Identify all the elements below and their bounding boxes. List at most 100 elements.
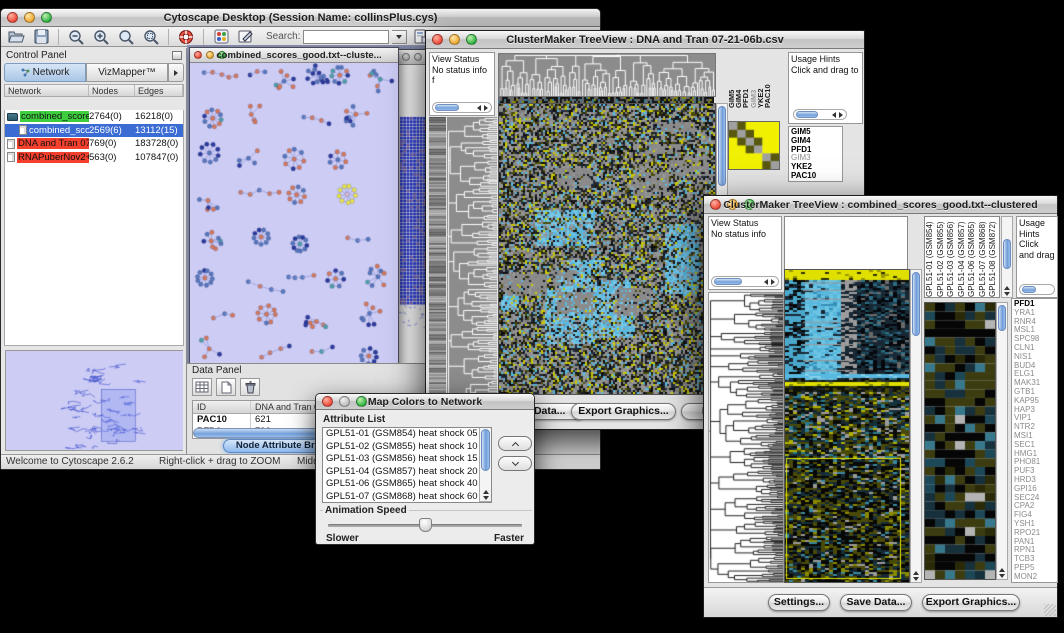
zoom-selected-button[interactable]: [140, 28, 162, 46]
scroll-down-icon[interactable]: [999, 574, 1005, 578]
scroll-up-icon[interactable]: [1004, 286, 1010, 290]
array-column-label[interactable]: GPL51-06 (GSM865): [967, 217, 978, 297]
scroll-down-icon[interactable]: [483, 496, 489, 500]
scrollbar-thumb[interactable]: [481, 429, 490, 471]
tab-vizmapper[interactable]: VizMapper™: [86, 63, 168, 82]
zoom-vscrollbar[interactable]: [996, 302, 1008, 580]
help-lifering-icon[interactable]: [175, 28, 197, 46]
gene-column-label[interactable]: PAC10: [763, 52, 770, 108]
scroll-right-icon[interactable]: [484, 105, 488, 111]
move-up-button[interactable]: [498, 436, 532, 451]
array-column-label[interactable]: GPL51-01 (GSM854): [925, 217, 936, 297]
save-data-button[interactable]: Save Data...: [840, 594, 912, 611]
settings-button[interactable]: Settings...: [768, 594, 830, 611]
birdseye-overview[interactable]: [5, 350, 183, 451]
close-icon[interactable]: [432, 34, 443, 45]
close-icon[interactable]: [710, 199, 721, 210]
usage-hints-hscrollbar[interactable]: [1019, 284, 1055, 295]
main-titlebar[interactable]: Cytoscape Desktop (Session Name: collins…: [1, 9, 600, 27]
edit-network-icon[interactable]: [235, 28, 257, 46]
gene-label[interactable]: PAC10: [791, 172, 842, 181]
dialog-titlebar[interactable]: Map Colors to Network: [316, 394, 534, 410]
scrollbar-thumb[interactable]: [435, 104, 459, 111]
export-graphics-button[interactable]: Export Graphics...: [922, 594, 1020, 611]
open-session-button[interactable]: [5, 28, 27, 46]
scroll-left-icon[interactable]: [477, 105, 481, 111]
scrollbar-thumb[interactable]: [1022, 286, 1036, 293]
attribute-item[interactable]: GPL51-07 (GSM868) heat shock 60 min: [323, 491, 491, 504]
close-icon[interactable]: [194, 51, 202, 59]
close-icon[interactable]: [402, 53, 410, 61]
attribute-item[interactable]: GPL51-01 (GSM854) heat shock 05 min: [323, 428, 491, 441]
export-graphics-button[interactable]: Export Graphics...: [571, 403, 676, 420]
zoom-heatmap-canvas[interactable]: [924, 302, 996, 580]
usage-hints-hscrollbar[interactable]: [793, 109, 847, 120]
minimize-icon[interactable]: [414, 53, 422, 61]
gene-column-label[interactable]: PFD1: [741, 52, 748, 108]
tab-network[interactable]: Network: [4, 63, 86, 82]
gene-label[interactable]: MON2: [1014, 573, 1057, 582]
network-row[interactable]: DNA and Tran 07 769(0) 183728(0): [5, 137, 183, 151]
row-dendrogram-canvas[interactable]: [447, 117, 497, 413]
scrollbar-thumb[interactable]: [912, 272, 920, 336]
column-dendrogram-canvas[interactable]: [498, 53, 716, 97]
gene-column-label[interactable]: YKE2: [756, 52, 763, 108]
treeview2-titlebar[interactable]: ClusterMaker TreeView : combined_scores_…: [704, 196, 1057, 214]
network-canvas[interactable]: [190, 63, 398, 367]
attribute-item[interactable]: GPL51-04 (GSM857) heat shock 20 min: [323, 466, 491, 479]
scrollbar-thumb[interactable]: [714, 278, 742, 285]
select-attributes-button[interactable]: [192, 378, 212, 396]
heatmap-vscrollbar[interactable]: [910, 269, 922, 583]
search-input[interactable]: [303, 30, 389, 44]
treeview1-titlebar[interactable]: ClusterMaker TreeView : DNA and Tran 07-…: [426, 31, 864, 49]
scroll-up-icon[interactable]: [483, 490, 489, 494]
heatmap-canvas[interactable]: [784, 269, 910, 583]
close-icon[interactable]: [7, 12, 18, 23]
scroll-up-icon[interactable]: [999, 568, 1005, 572]
scrollbar-thumb[interactable]: [998, 305, 1006, 331]
attribute-item[interactable]: GPL51-02 (GSM855) heat shock 10 min: [323, 441, 491, 454]
scroll-down-icon[interactable]: [1004, 292, 1010, 296]
overview-canvas[interactable]: [6, 351, 183, 450]
array-column-label[interactable]: GPL51-07 (GSM868): [978, 217, 989, 297]
array-column-label[interactable]: GPL51-02 (GSM855): [936, 217, 947, 297]
scroll-right-icon[interactable]: [839, 112, 843, 118]
column-header-edges[interactable]: Edges: [135, 85, 183, 96]
column-header-network[interactable]: Network: [5, 85, 89, 96]
delete-attribute-button[interactable]: [240, 378, 260, 396]
row-dendrogram-canvas[interactable]: [708, 292, 784, 583]
column-header-nodes[interactable]: Nodes: [89, 85, 135, 96]
scroll-down-icon[interactable]: [913, 577, 919, 581]
view-status-hscrollbar[interactable]: [432, 102, 492, 113]
zoom-in-button[interactable]: [90, 28, 112, 46]
scroll-right-icon[interactable]: [771, 279, 775, 285]
attribute-item[interactable]: GPL51-06 (GSM865) heat shock 40 min: [323, 478, 491, 491]
close-icon[interactable]: [322, 396, 333, 407]
list-vscrollbar[interactable]: [479, 428, 491, 502]
network-view-window[interactable]: combined_scores_good.txt--cluste...: [189, 47, 399, 368]
zoom-fit-button[interactable]: [115, 28, 137, 46]
scroll-up-icon[interactable]: [913, 571, 919, 575]
zoom-out-button[interactable]: [65, 28, 87, 46]
array-column-label[interactable]: GPL51-08 (GSM872): [988, 217, 999, 297]
correlation-submatrix-canvas[interactable]: [728, 121, 780, 170]
scrollbar-thumb[interactable]: [1003, 239, 1011, 269]
new-attribute-button[interactable]: [216, 378, 236, 396]
resize-grip[interactable]: [1044, 604, 1056, 616]
speed-slider-thumb[interactable]: [419, 518, 432, 532]
network-row[interactable]: combined_scores 2764(0) 16218(0): [5, 110, 183, 124]
more-tabs-button[interactable]: [168, 63, 184, 82]
vizmapper-palette-icon[interactable]: [210, 28, 232, 46]
scrollbar-thumb[interactable]: [718, 106, 726, 186]
heatmap-canvas[interactable]: [498, 103, 716, 395]
labels-vscrollbar[interactable]: [1001, 216, 1013, 298]
gene-column-label[interactable]: GIM3: [749, 52, 756, 108]
array-column-label[interactable]: GPL51-03 (GSM856): [946, 217, 957, 297]
move-down-button[interactable]: [498, 456, 532, 471]
scroll-left-icon[interactable]: [832, 112, 836, 118]
attribute-item[interactable]: GPL51-03 (GSM856) heat shock 15 min: [323, 453, 491, 466]
search-dropdown-button[interactable]: [392, 30, 407, 44]
column-id[interactable]: ID: [193, 401, 251, 413]
scroll-left-icon[interactable]: [764, 279, 768, 285]
array-column-label[interactable]: GPL51-04 (GSM857): [957, 217, 968, 297]
